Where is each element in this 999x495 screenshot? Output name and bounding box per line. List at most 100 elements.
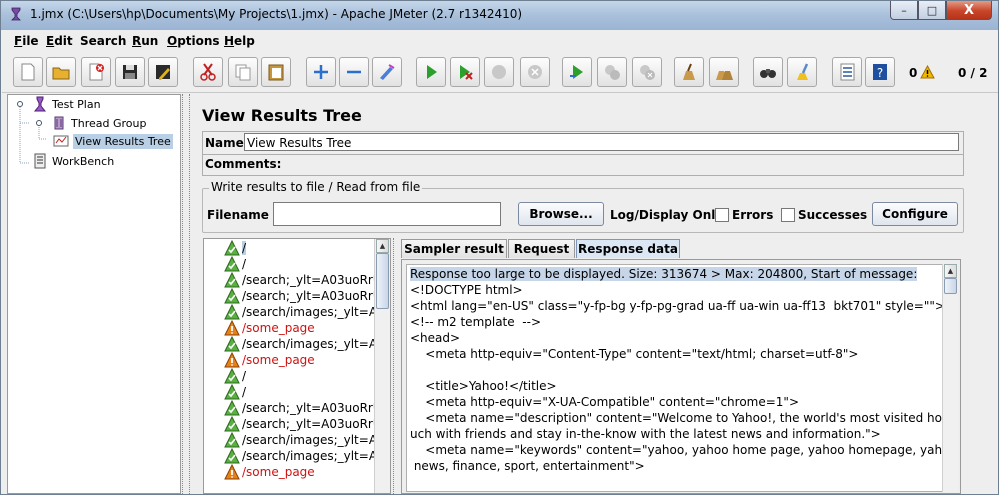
result-item-label: /search/images;_ylt=A0o — [242, 305, 391, 319]
reset-search-button[interactable] — [787, 57, 817, 87]
success-icon — [224, 416, 240, 432]
main-splitter[interactable] — [182, 94, 190, 494]
response-text-area[interactable]: Response too large to be displayed. Size… — [406, 264, 943, 492]
result-item[interactable]: /some_page — [224, 320, 315, 336]
result-item[interactable]: / — [224, 240, 247, 256]
response-scroll-up-arrow[interactable]: ▲ — [944, 264, 957, 278]
remote-start-all-button[interactable] — [562, 57, 592, 87]
result-item[interactable]: /search;_ylt=A03uoRrUA — [224, 272, 390, 288]
test-plan-tree[interactable]: Test Plan Thread Group View Results Tree… — [7, 94, 181, 494]
start-button[interactable] — [416, 57, 446, 87]
expand-all-button[interactable] — [306, 57, 336, 87]
result-item[interactable]: /search/images;_ylt=A0o — [224, 336, 390, 352]
result-item[interactable]: /some_page — [224, 464, 315, 480]
close-button[interactable]: X — [946, 1, 992, 20]
tree-node-thread-group[interactable]: Thread Group — [51, 115, 146, 131]
clear-icon — [683, 63, 695, 80]
result-item[interactable]: / — [224, 368, 246, 384]
save-as-button[interactable] — [148, 57, 178, 87]
clear-button[interactable] — [674, 57, 704, 87]
tree-node-view-results-tree[interactable]: View Results Tree — [53, 133, 173, 149]
tab-response-data[interactable]: Response data — [576, 239, 680, 258]
filename-label: Filename — [207, 208, 269, 222]
response-scroll-thumb[interactable] — [944, 278, 957, 294]
success-icon — [224, 256, 240, 272]
filename-input[interactable] — [273, 202, 501, 226]
menu-options[interactable]: Options — [167, 34, 220, 48]
result-item[interactable]: /search;_ylt=A03uoRrUA — [224, 400, 390, 416]
tree-node-workbench[interactable]: WorkBench — [32, 153, 114, 169]
stop-button[interactable] — [484, 57, 514, 87]
result-item[interactable]: /search;_ylt=A03uoRrUA — [224, 416, 390, 432]
response-line: <head> — [410, 331, 461, 345]
result-item-label: / — [242, 385, 247, 399]
remote-stop-all-button[interactable] — [597, 57, 627, 87]
result-item-label: /some_page — [242, 465, 315, 479]
toggle-icon — [380, 64, 395, 80]
help-button[interactable]: ? — [865, 57, 895, 87]
result-item[interactable]: /search;_ylt=A03uoRrUA — [224, 288, 390, 304]
scroll-thumb[interactable] — [376, 253, 389, 309]
clear-all-button[interactable] — [709, 57, 739, 87]
new-button[interactable] — [13, 57, 43, 87]
result-item-label: /search;_ylt=A03uoRrUA — [242, 289, 390, 303]
warning-icon — [920, 65, 935, 79]
remote-shutdown-all-button[interactable] — [632, 57, 662, 87]
results-scrollbar[interactable]: ▲ — [374, 239, 390, 493]
results-list[interactable]: / / /search;_ylt=A03uoRrUA/search;_ylt=A03… — [203, 238, 391, 494]
tab-sampler-result[interactable]: Sampler result — [401, 239, 507, 258]
view-results-tree-panel: View Results Tree Name: View Results Tre… — [191, 94, 998, 494]
result-item[interactable]: /search/images;_ylt=A0o — [224, 432, 390, 448]
result-item[interactable]: /search/images;_ylt=A0o — [224, 304, 391, 320]
response-line: <meta name="description" content="Welcom… — [425, 411, 942, 425]
results-splitter[interactable] — [393, 238, 399, 494]
title-bar[interactable]: 1.jmx (C:\Users\hp\Documents\My Projects… — [1, 1, 998, 30]
toolbar: ? 0 0 / 2 — [2, 54, 998, 93]
success-icon — [224, 400, 240, 416]
maximize-button[interactable]: □ — [918, 1, 946, 20]
toggle-button[interactable] — [372, 57, 402, 87]
remote-shutdown-icon — [640, 65, 655, 80]
result-item[interactable]: /some_page — [224, 352, 315, 368]
result-item[interactable]: / — [224, 384, 246, 400]
minimize-button[interactable]: – — [890, 1, 918, 20]
response-line: <meta name="keywords" content="yahoo, ya… — [425, 443, 943, 457]
configure-button[interactable]: Configure — [872, 202, 958, 226]
successes-checkbox[interactable] — [781, 208, 795, 222]
copy-button[interactable] — [228, 57, 258, 87]
search-button[interactable] — [753, 57, 783, 87]
save-button[interactable] — [115, 57, 145, 87]
comments-row[interactable]: Comments: — [202, 153, 964, 176]
cut-button[interactable] — [193, 57, 223, 87]
warning-icon — [224, 352, 240, 368]
function-helper-button[interactable] — [832, 57, 862, 87]
success-icon — [224, 240, 240, 256]
response-scrollbar[interactable]: ▲ — [942, 264, 958, 492]
response-line: <title>Yahoo!</title> — [410, 379, 557, 393]
open-icon — [52, 67, 70, 80]
shutdown-button[interactable] — [520, 57, 550, 87]
menu-run[interactable]: Run — [132, 34, 158, 48]
menu-help[interactable]: Help — [224, 34, 255, 48]
result-item[interactable]: /search/images;_ylt=A0o — [224, 448, 390, 464]
stop-icon — [492, 65, 506, 79]
scroll-up-arrow[interactable]: ▲ — [376, 239, 389, 253]
response-line: Response too large to be displayed. Size… — [410, 267, 918, 281]
errors-checkbox[interactable] — [715, 208, 729, 222]
remote-start-icon — [570, 65, 583, 79]
browse-button[interactable]: Browse... — [518, 202, 604, 226]
result-item[interactable]: / — [224, 256, 246, 272]
menu-edit[interactable]: Edit — [46, 34, 73, 48]
menu-search[interactable]: Search — [80, 34, 126, 48]
tab-request[interactable]: Request — [508, 239, 575, 258]
paste-button[interactable] — [261, 57, 291, 87]
open-button[interactable] — [46, 57, 76, 87]
menu-file[interactable]: File — [14, 34, 39, 48]
tree-node-test-plan[interactable]: Test Plan — [32, 96, 101, 112]
name-input[interactable]: View Results Tree — [244, 133, 959, 151]
thread-count: 0 / 2 — [958, 66, 988, 80]
close-file-button[interactable] — [81, 57, 111, 87]
success-icon — [224, 336, 240, 352]
collapse-all-button[interactable] — [339, 57, 369, 87]
start-no-pause-button[interactable] — [450, 57, 480, 87]
